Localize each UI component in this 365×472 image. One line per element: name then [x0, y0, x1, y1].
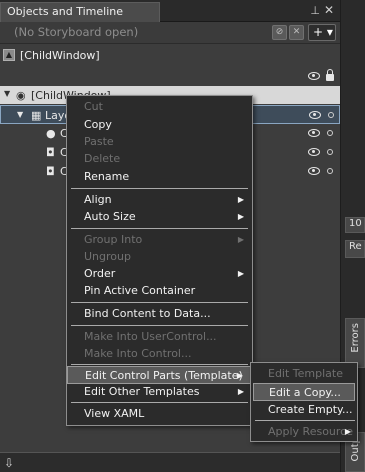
submenu-item-label: Apply Resource — [268, 425, 353, 438]
menu-item-view-xaml[interactable]: View XAML — [67, 405, 252, 423]
storyboard-status: (No Storyboard open) — [14, 25, 139, 39]
submenu-separator — [255, 420, 355, 421]
menu-item-group-into[interactable]: Group Into ▶ — [67, 231, 252, 249]
new-storyboard-button[interactable]: + ▾ — [308, 24, 336, 41]
submenu-item-edit-a-copy[interactable]: Edit a Copy... — [253, 383, 355, 401]
menu-item-label: Bind Content to Data... — [84, 307, 211, 320]
storyboard-options-icon[interactable]: ⊘ — [272, 25, 287, 40]
menu-item-order[interactable]: Order ▶ — [67, 265, 252, 283]
menu-item-label: Make Into Control... — [84, 347, 192, 360]
menu-separator — [71, 302, 248, 303]
menu-item-make-control[interactable]: Make Into Control... — [67, 345, 252, 363]
menu-item-label: Edit Other Templates — [84, 385, 200, 398]
menu-separator — [71, 228, 248, 229]
submenu-arrow-icon: ▶ — [344, 427, 351, 436]
right-tab-errors-box[interactable]: Errors — [345, 318, 365, 368]
submenu-arrow-icon: ▶ — [237, 235, 244, 244]
element-icon: ◘ — [46, 165, 55, 178]
bottom-bar: ⇩ — [0, 452, 340, 472]
menu-item-label: Delete — [84, 152, 121, 165]
lock-dot-icon[interactable] — [327, 130, 333, 136]
context-menu: Cut Copy Paste Delete Rename Align ▶ Auto… — [66, 95, 253, 426]
menu-separator — [71, 364, 248, 365]
submenu-item-edit-template[interactable]: Edit Template — [253, 365, 355, 383]
menu-item-paste[interactable]: Paste — [67, 133, 252, 151]
panel-tabstrip: Objects and Timeline ⊥ ✕ — [0, 0, 340, 22]
menu-item-edit-control-parts[interactable]: Edit Control Parts (Template) ▶ — [67, 366, 252, 384]
submenu-item-label: Create Empty... — [268, 403, 353, 416]
menu-item-label: Align — [84, 193, 112, 206]
eye-icon[interactable] — [308, 72, 320, 80]
right-tab-re[interactable]: Re — [345, 240, 365, 258]
menu-item-label: View XAML — [84, 407, 145, 420]
menu-item-auto-size[interactable]: Auto Size ▶ — [67, 208, 252, 226]
storyboard-bar: (No Storyboard open) ⊘ ✕ + ▾ — [0, 22, 340, 44]
menu-item-align[interactable]: Align ▶ — [67, 191, 252, 209]
submenu-item-create-empty[interactable]: Create Empty... — [253, 401, 355, 419]
menu-item-label: Ungroup — [84, 250, 131, 263]
pin-icon[interactable]: ⊥ — [310, 4, 320, 17]
eye-icon[interactable] — [308, 167, 320, 175]
template-submenu: Edit Template Edit a Copy... Create Empt… — [250, 362, 358, 442]
grid-icon: ▦ — [31, 109, 42, 122]
menu-item-bind-content[interactable]: Bind Content to Data... — [67, 305, 252, 323]
eye-icon[interactable] — [308, 148, 320, 156]
submenu-arrow-icon: ▶ — [237, 195, 244, 204]
lock-dot-icon[interactable] — [328, 112, 334, 118]
lock-dot-icon[interactable] — [327, 168, 333, 174]
element-icon: ● — [46, 127, 56, 140]
expand-icon[interactable]: ▼ — [4, 89, 10, 98]
menu-item-copy[interactable]: Copy — [67, 116, 252, 134]
menu-separator — [71, 188, 248, 189]
menu-item-delete[interactable]: Delete — [67, 150, 252, 168]
close-storyboard-icon[interactable]: ✕ — [289, 25, 304, 40]
menu-separator — [71, 402, 248, 403]
errors-tab-label: Errors — [350, 323, 361, 353]
close-icon[interactable]: ✕ — [324, 3, 334, 17]
expand-icon[interactable]: ▼ — [17, 110, 23, 119]
menu-item-ungroup[interactable]: Ungroup — [67, 248, 252, 266]
menu-item-label: Auto Size — [84, 210, 136, 223]
menu-item-label: Edit Control Parts (Template) — [85, 369, 243, 382]
scope-row: ▲ [ChildWindow] — [0, 44, 340, 81]
menu-item-rename[interactable]: Rename — [67, 168, 252, 186]
menu-item-cut[interactable]: Cut — [67, 98, 252, 116]
submenu-item-label: Edit a Copy... — [269, 386, 341, 399]
menu-item-label: Order — [84, 267, 116, 280]
menu-separator — [71, 325, 248, 326]
lock-icon[interactable] — [326, 69, 334, 81]
menu-item-label: Pin Active Container — [84, 284, 196, 297]
submenu-arrow-icon: ▶ — [237, 269, 244, 278]
objects-timeline-panel: Objects and Timeline ⊥ ✕ (No Storyboard … — [0, 0, 365, 472]
menu-item-label: Paste — [84, 135, 114, 148]
menu-item-label: Make Into UserControl... — [84, 330, 217, 343]
menu-item-label: Cut — [84, 100, 103, 113]
eye-icon[interactable] — [308, 129, 320, 137]
submenu-arrow-icon: ▶ — [237, 212, 244, 221]
right-tab-number[interactable]: 10 — [345, 217, 365, 233]
submenu-item-label: Edit Template — [268, 367, 343, 380]
menu-item-label: Copy — [84, 118, 112, 131]
tab-objects-and-timeline[interactable]: Objects and Timeline — [0, 2, 160, 22]
element-icon: ◘ — [46, 146, 55, 159]
eye-icon[interactable] — [309, 111, 321, 119]
menu-item-label: Group Into — [84, 233, 143, 246]
lock-dot-icon[interactable] — [327, 149, 333, 155]
menu-item-make-usercontrol[interactable]: Make Into UserControl... — [67, 328, 252, 346]
arrow-down-icon[interactable]: ⇩ — [4, 456, 16, 470]
submenu-item-apply-resource[interactable]: Apply Resource ▶ — [253, 423, 355, 441]
scope-up-icon[interactable]: ▲ — [3, 49, 15, 61]
scope-label: [ChildWindow] — [20, 49, 100, 62]
submenu-arrow-icon: ▶ — [237, 387, 244, 396]
menu-item-edit-other-templates[interactable]: Edit Other Templates ▶ — [67, 383, 252, 401]
menu-item-label: Rename — [84, 170, 130, 183]
menu-item-pin-active-container[interactable]: Pin Active Container — [67, 282, 252, 300]
childwindow-icon: ◉ — [16, 89, 26, 102]
